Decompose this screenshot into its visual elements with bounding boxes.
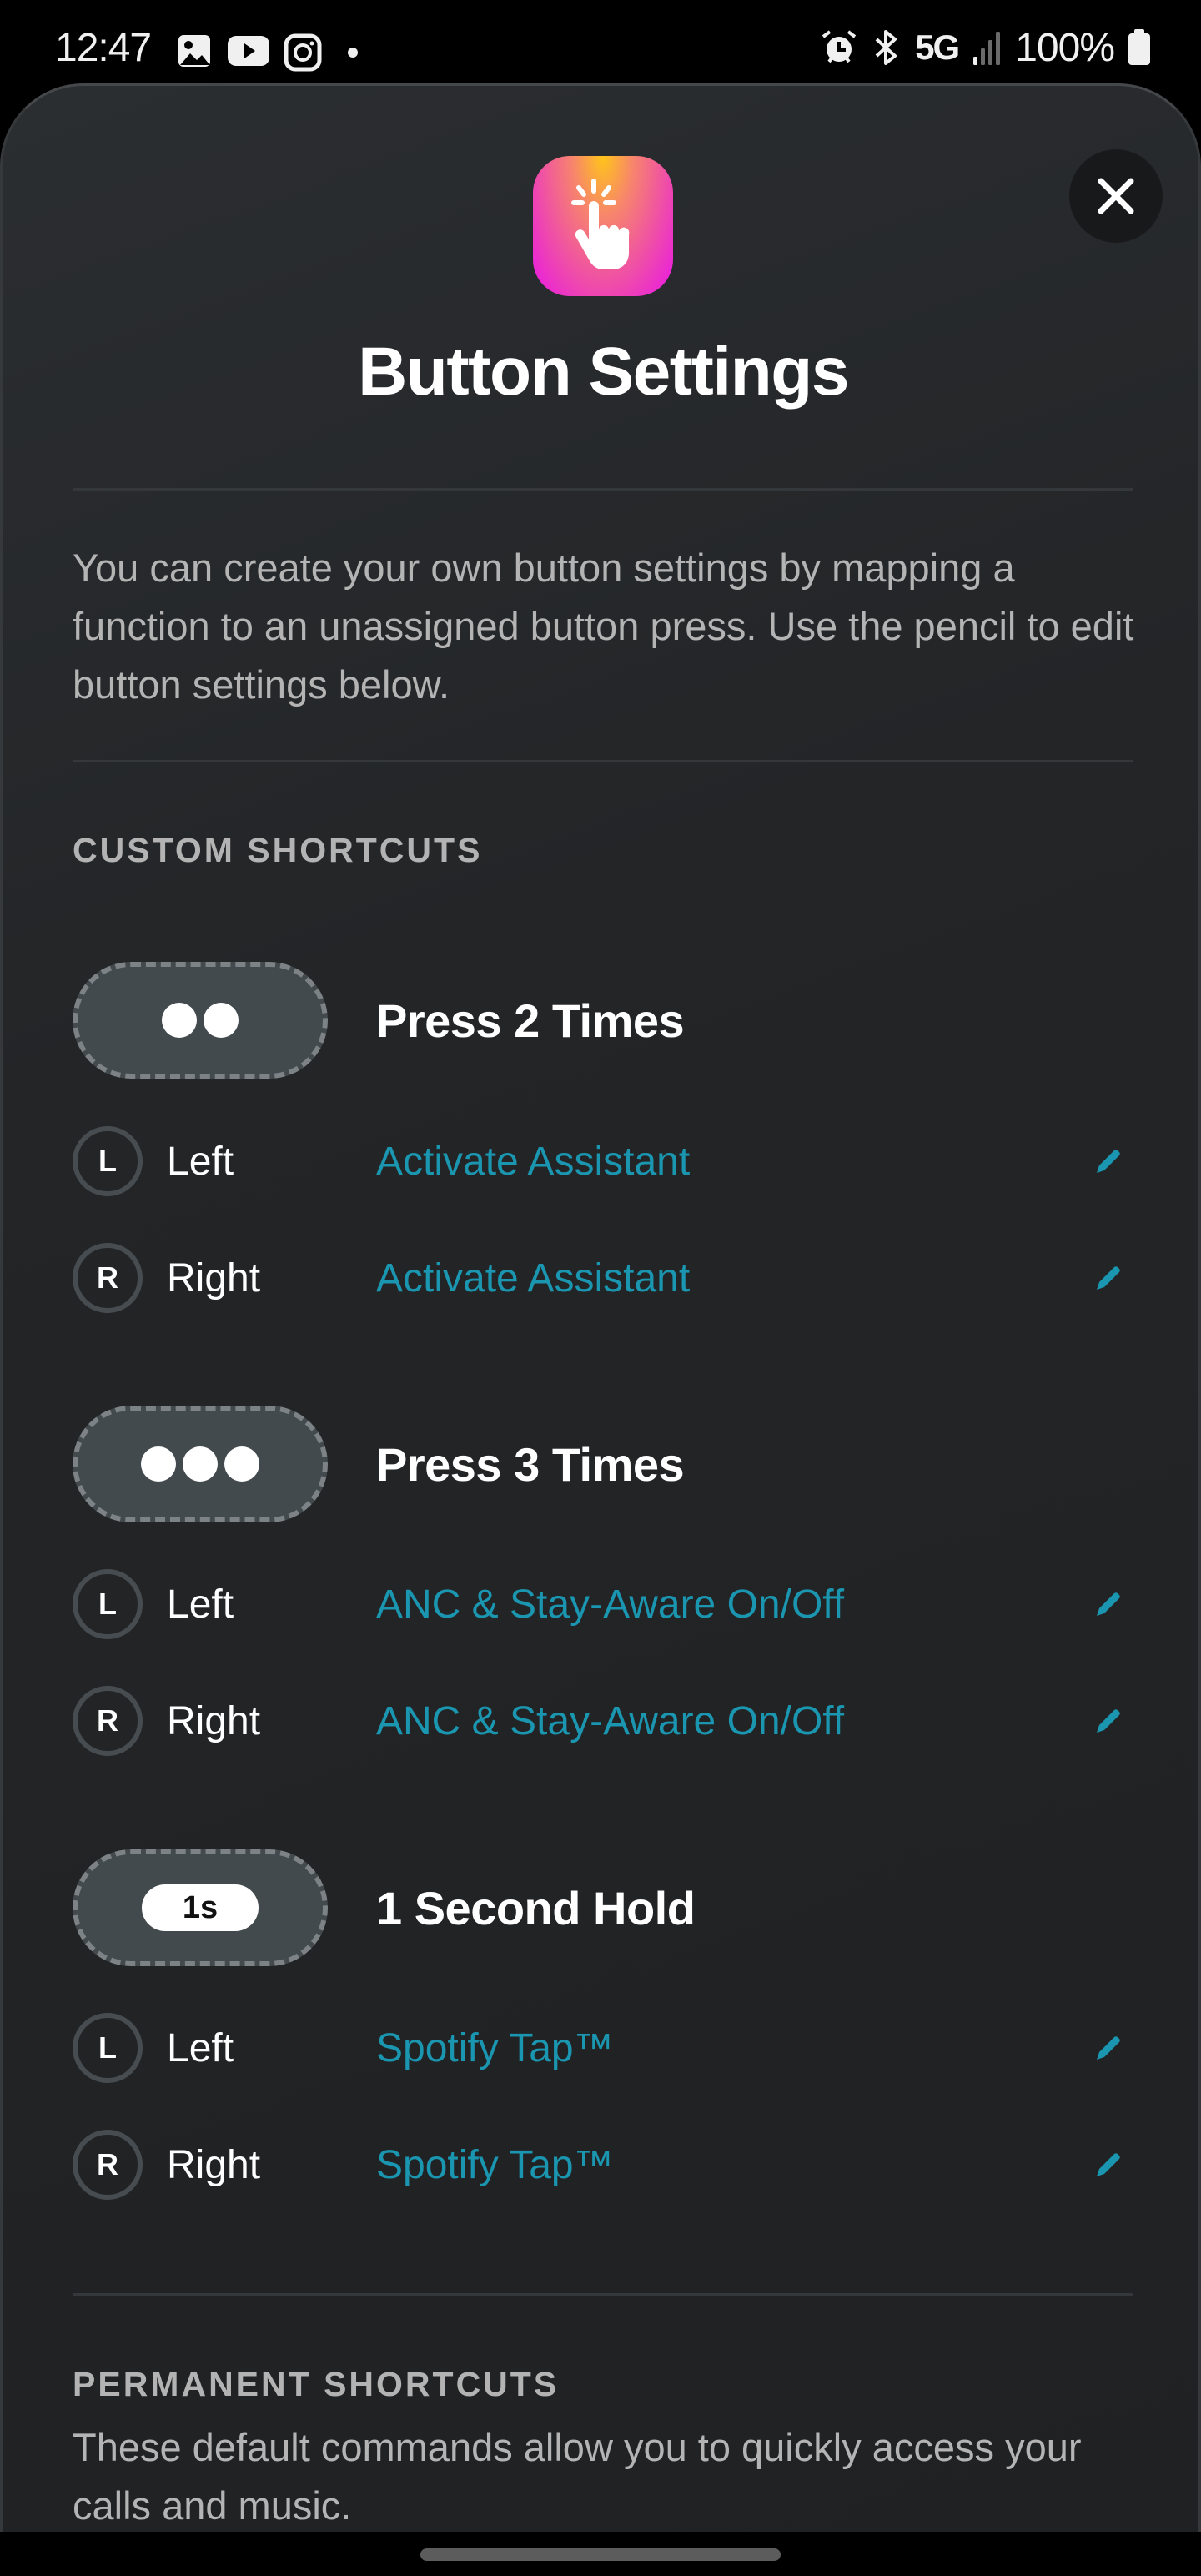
status-right: 5G 100% (820, 25, 1151, 70)
app-icon (533, 156, 673, 296)
battery-icon (1128, 29, 1150, 65)
permanent-shortcuts-heading: PERMANENT SHORTCUTS (73, 2365, 560, 2403)
instagram-icon (284, 33, 322, 72)
pencil-icon (1097, 1150, 1120, 1173)
press-dot (162, 1003, 197, 1038)
divider (73, 760, 1133, 762)
signal-bar (973, 57, 978, 65)
pencil-icon (1097, 2036, 1120, 2060)
page-title: Button Settings (358, 334, 849, 410)
youtube-icon (228, 36, 269, 66)
left-earbud-badge: L (73, 2013, 143, 2083)
shortcut-row-left[interactable]: L Left Activate Assistant (73, 1119, 1133, 1203)
assigned-action[interactable]: ANC & Stay-Aware On/Off (376, 1582, 844, 1628)
hold-duration-badge: 1s (142, 1884, 259, 1931)
close-button[interactable] (1069, 149, 1163, 243)
pencil-icon (1097, 1266, 1120, 1290)
alarm-icon (822, 30, 857, 63)
side-label: Right (167, 1698, 261, 1743)
divider (73, 488, 1133, 491)
signal-bar (988, 40, 993, 65)
gallery-icon (178, 35, 210, 67)
assigned-action[interactable]: Activate Assistant (376, 1139, 690, 1185)
edit-button[interactable] (1083, 1696, 1133, 1746)
shortcut-row-right[interactable]: R Right ANC & Stay-Aware On/Off (73, 1679, 1133, 1763)
press-dot (183, 1446, 218, 1482)
network-type: 5G (915, 28, 960, 67)
press-dot (141, 1446, 176, 1482)
shortcut-row-left[interactable]: L Left Spotify Tap™ (73, 2006, 1133, 2090)
edit-button[interactable] (1083, 1253, 1133, 1303)
press-3-times-indicator (73, 1406, 328, 1522)
group-title-press-3-times: Press 3 Times (376, 1438, 685, 1491)
intro-description: You can create your own button settings … (73, 546, 1134, 707)
close-icon (1098, 178, 1134, 214)
left-earbud-badge: L (73, 1569, 143, 1639)
signal-bar (996, 32, 1001, 65)
assigned-action[interactable]: Spotify Tap™ (376, 2025, 614, 2071)
button-settings-sheet: Button Settings You can create your own … (0, 83, 1201, 2532)
shortcut-row-right[interactable]: R Right Spotify Tap™ (73, 2123, 1133, 2206)
assigned-action[interactable]: ANC & Stay-Aware On/Off (376, 1698, 844, 1744)
side-label: Right (167, 1255, 261, 1301)
right-earbud-badge: R (73, 2130, 143, 2200)
shortcut-row-right[interactable]: R Right Activate Assistant (73, 1236, 1133, 1320)
right-earbud-badge: R (73, 1243, 143, 1313)
left-earbud-badge: L (73, 1126, 143, 1196)
group-title-1-second-hold: 1 Second Hold (376, 1882, 696, 1935)
group-title-press-2-times: Press 2 Times (376, 994, 685, 1047)
permanent-shortcuts-description: These default commands allow you to quic… (73, 2425, 1082, 2528)
press-2-times-indicator (73, 962, 328, 1079)
press-dot (204, 1003, 239, 1038)
tap-hand-icon (571, 179, 630, 269)
pencil-icon (1097, 1709, 1120, 1733)
signal-bar (981, 48, 986, 65)
assigned-action[interactable]: Spotify Tap™ (376, 2142, 614, 2188)
side-label: Left (167, 1582, 234, 1627)
edit-button[interactable] (1083, 2023, 1133, 2073)
shortcut-row-left[interactable]: L Left ANC & Stay-Aware On/Off (73, 1562, 1133, 1646)
edit-button[interactable] (1083, 1136, 1133, 1186)
bluetooth-icon (875, 30, 897, 65)
side-label: Right (167, 2142, 261, 2187)
pencil-icon (1097, 1592, 1120, 1616)
hold-indicator: 1s (73, 1849, 328, 1966)
battery-percent: 100% (1015, 25, 1115, 70)
right-earbud-badge: R (73, 1686, 143, 1756)
notification-dot-icon (348, 48, 358, 58)
status-bar: 12:47 5G 100% (0, 0, 1201, 83)
assigned-action[interactable]: Activate Assistant (376, 1255, 690, 1301)
home-gesture-handle[interactable] (420, 2548, 781, 2561)
pencil-icon (1097, 2153, 1120, 2176)
custom-shortcuts-heading: CUSTOM SHORTCUTS (73, 831, 483, 869)
side-label: Left (167, 1139, 234, 1184)
edit-button[interactable] (1083, 2140, 1133, 2190)
divider (73, 2293, 1133, 2296)
side-label: Left (167, 2025, 234, 2070)
navigation-bar (0, 2532, 1201, 2576)
press-dot (224, 1446, 259, 1482)
signal-strength-icon (973, 32, 1001, 65)
edit-button[interactable] (1083, 1579, 1133, 1629)
status-time: 12:47 (55, 26, 152, 70)
